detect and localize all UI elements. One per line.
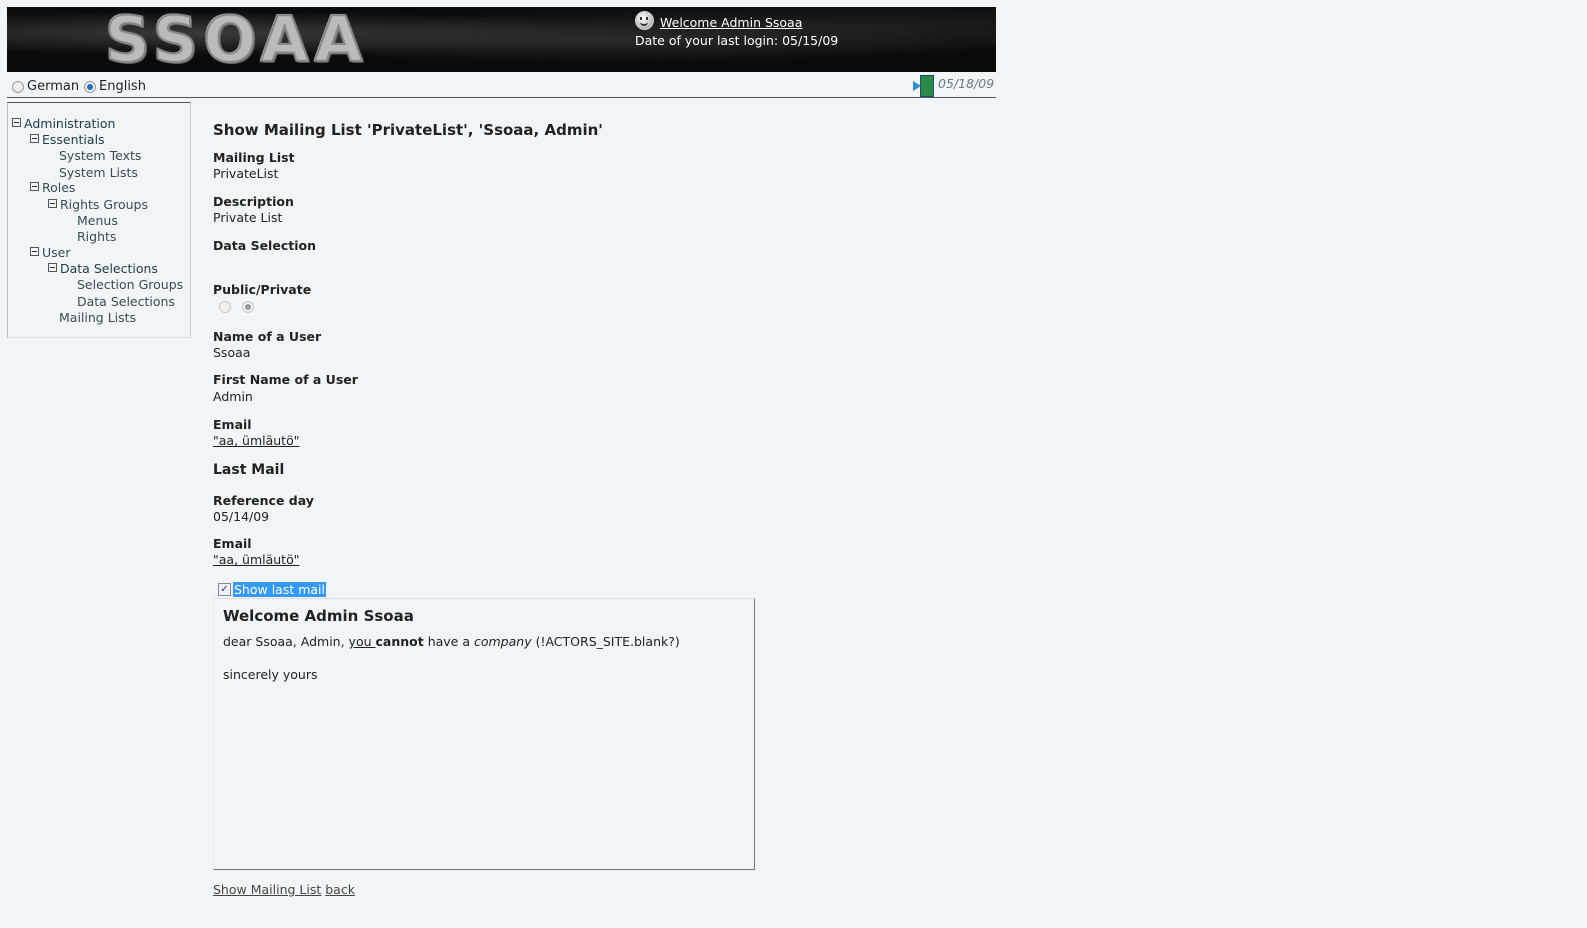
last-mail-heading: Last Mail	[213, 462, 285, 478]
tree-item-rights[interactable]: Rights	[77, 229, 116, 244]
tree-item-selection-groups[interactable]: Selection Groups	[77, 277, 183, 292]
collapse-icon[interactable]	[48, 263, 57, 272]
reference-day-label: Reference day	[213, 493, 314, 508]
private-radio	[242, 301, 254, 313]
tree-item-data-selections-group[interactable]: Data Selections	[48, 261, 158, 276]
header-banner: SSOAA Welcome Admin Ssoaa Date of your l…	[7, 7, 996, 72]
collapse-icon[interactable]	[30, 134, 39, 143]
mail-company-text: company	[473, 634, 532, 649]
welcome-link[interactable]: Welcome Admin Ssoaa	[660, 15, 802, 30]
last-login-text: Date of your last login: 05/15/09	[635, 33, 839, 48]
welcome-block: Welcome Admin Ssoaa Date of your last lo…	[635, 11, 838, 50]
tree-item-menus[interactable]: Menus	[77, 213, 118, 228]
tree-item-essentials[interactable]: Essentials	[30, 132, 105, 147]
page-title: Show Mailing List 'PrivateList', 'Ssoaa,…	[213, 121, 603, 139]
smiley-icon	[635, 11, 654, 30]
german-radio[interactable]	[12, 80, 24, 93]
description-label: Description	[213, 194, 294, 209]
public-radio	[219, 301, 231, 313]
back-link[interactable]: back	[325, 882, 355, 897]
name-label: Name of a User	[213, 329, 322, 344]
logout-icon[interactable]	[913, 74, 934, 97]
email-link[interactable]: "aa, ümläutö"	[213, 433, 299, 448]
logo: SSOAA	[104, 7, 369, 72]
english-label: English	[99, 79, 146, 94]
language-option-german[interactable]: German	[12, 79, 79, 94]
footer-links: Show Mailing List back	[213, 882, 355, 897]
mail-heading: Welcome Admin Ssoaa	[223, 607, 414, 625]
first-name-value: Admin	[213, 389, 253, 404]
last-mail-email-label: Email	[213, 536, 252, 551]
tree-item-administration[interactable]: Administration	[12, 116, 115, 131]
tree-item-system-lists[interactable]: System Lists	[59, 165, 138, 180]
last-mail-email-link[interactable]: "aa, ümläutö"	[213, 552, 299, 567]
first-name-label: First Name of a User	[213, 372, 358, 387]
tree-item-system-texts[interactable]: System Texts	[59, 148, 141, 163]
description-value: Private List	[213, 210, 283, 225]
collapse-icon[interactable]	[30, 247, 39, 256]
public-private-label: Public/Private	[213, 282, 312, 297]
show-last-mail-checkbox[interactable]: ✓	[218, 583, 231, 596]
tree-item-user[interactable]: User	[30, 245, 71, 260]
collapse-icon[interactable]	[12, 118, 21, 127]
german-label: German	[27, 79, 80, 94]
collapse-icon[interactable]	[48, 199, 57, 208]
language-option-english[interactable]: English	[84, 79, 146, 94]
show-mailing-list-link[interactable]: Show Mailing List	[213, 882, 321, 897]
mail-you-text: you	[348, 634, 376, 649]
tree-item-roles[interactable]: Roles	[30, 180, 75, 195]
name-value: Ssoaa	[213, 345, 251, 360]
mail-cannot-text: cannot	[375, 634, 424, 649]
mail-closing: sincerely yours	[223, 667, 318, 682]
collapse-icon[interactable]	[30, 182, 39, 191]
english-radio[interactable]	[84, 80, 96, 93]
tree-item-rights-groups[interactable]: Rights Groups	[48, 197, 148, 212]
tree-item-mailing-lists[interactable]: Mailing Lists	[59, 310, 136, 325]
mailing-list-label: Mailing List	[213, 150, 295, 165]
show-last-mail-label[interactable]: Show last mail	[233, 582, 327, 597]
email-label: Email	[213, 417, 252, 432]
sidebar-tree: Administration Essentials System Texts S…	[7, 102, 191, 338]
mail-preview-frame: Welcome Admin Ssoaa dear Ssoaa, Admin, y…	[213, 598, 755, 870]
mailing-list-value: PrivateList	[213, 166, 279, 181]
mail-body-line: dear Ssoaa, Admin, you cannot have a com…	[223, 634, 680, 649]
data-selection-label: Data Selection	[213, 238, 316, 253]
current-date: 05/18/09	[938, 76, 995, 91]
tree-item-data-selections[interactable]: Data Selections	[77, 294, 175, 309]
reference-day-value: 05/14/09	[213, 509, 270, 524]
language-bar: German English 05/18/09	[7, 74, 996, 98]
